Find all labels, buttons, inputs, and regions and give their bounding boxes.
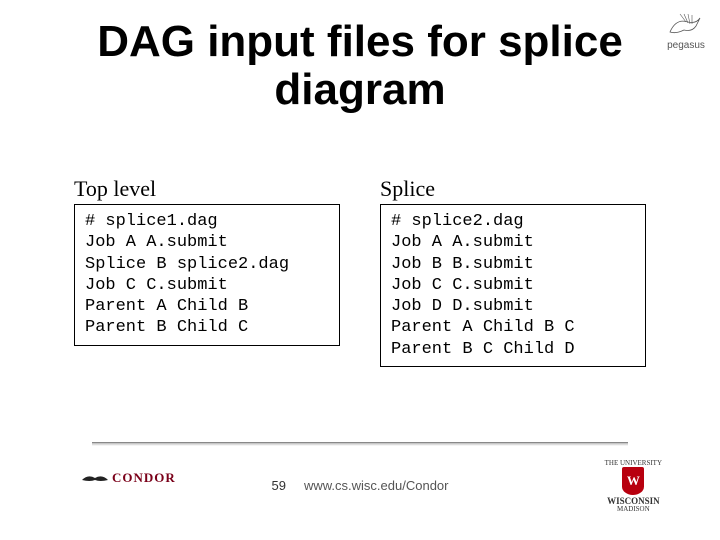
content-columns: Top level # splice1.dag Job A A.submit S… xyxy=(74,176,646,367)
slide-title: DAG input files for splice diagram xyxy=(0,18,720,115)
uw-crest-icon xyxy=(622,467,644,495)
slide: DAG input files for splice diagram pegas… xyxy=(0,0,720,540)
divider xyxy=(92,442,628,446)
page-number: 59 xyxy=(272,478,286,493)
pegasus-icon xyxy=(666,12,706,38)
pegasus-label: pegasus xyxy=(667,40,705,51)
footer-url: www.cs.wisc.edu/Condor xyxy=(304,478,449,493)
pegasus-logo: pegasus xyxy=(666,12,706,51)
uw-logo: THE UNIVERSITY WISCONSIN MADISON xyxy=(605,460,662,513)
right-column: Splice # splice2.dag Job A A.submit Job … xyxy=(380,176,646,367)
right-heading: Splice xyxy=(380,176,646,202)
left-heading: Top level xyxy=(74,176,340,202)
uw-top: THE UNIVERSITY xyxy=(605,460,662,467)
right-code-box: # splice2.dag Job A A.submit Job B B.sub… xyxy=(380,204,646,367)
uw-bot: MADISON xyxy=(605,506,662,513)
left-column: Top level # splice1.dag Job A A.submit S… xyxy=(74,176,340,367)
left-code-box: # splice1.dag Job A A.submit Splice B sp… xyxy=(74,204,340,346)
